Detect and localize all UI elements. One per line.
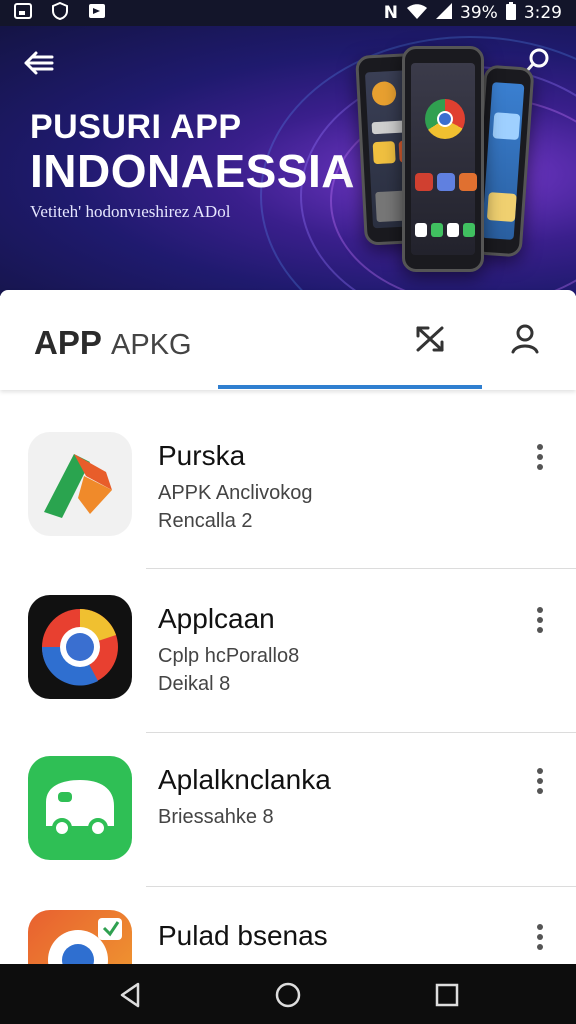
square-recents-icon — [435, 983, 459, 1007]
more-options-button[interactable] — [530, 766, 550, 796]
shield-icon — [52, 1, 68, 25]
crossed-arrows-icon — [416, 326, 444, 352]
circle-home-icon — [275, 982, 301, 1008]
more-options-button[interactable] — [530, 605, 550, 635]
app-developer: Cplp hcPorallo8 — [158, 645, 300, 667]
flag-icon — [88, 3, 106, 24]
divider — [146, 568, 576, 569]
network-indicator: N — [383, 3, 399, 23]
gallery-icon — [14, 2, 32, 24]
bookmark-icon — [28, 432, 132, 536]
hero-banner: PUSURI APP INDONAESSIA Vetiteh' hodonvıe… — [0, 26, 576, 296]
hero-title-line2: INDONAESSIA — [30, 145, 355, 197]
divider — [146, 886, 576, 887]
nav-home-button[interactable] — [273, 980, 303, 1010]
clock: 3:29 — [523, 3, 562, 23]
battery-percent: 39% — [460, 3, 498, 23]
app-developer: APPK Anclivokog — [158, 482, 313, 504]
app-name: Pulad bsenas — [158, 920, 328, 951]
section-title-light: APKG — [111, 329, 192, 361]
list-item[interactable]: Aplalknclanka Briessahke 8 — [0, 756, 576, 916]
wifi-icon — [406, 3, 428, 24]
back-arrow-icon — [24, 51, 54, 75]
battery-icon — [505, 1, 516, 25]
section-title-bold: APP — [34, 324, 102, 361]
app-meta: Deikal 8 — [158, 673, 231, 695]
list-item[interactable]: Applcaan Cplp hcPorallo8 Deikal 8 — [0, 595, 576, 755]
tab-indicator — [218, 385, 482, 389]
section-title: APP APKG — [34, 324, 192, 362]
user-icon — [511, 324, 539, 354]
tab-header: APP APKG — [0, 290, 576, 390]
hero-title-line1: PUSURI APP — [30, 108, 242, 146]
divider — [146, 732, 576, 733]
bus-icon — [28, 756, 132, 860]
list-item[interactable]: Pulad bsenas — [0, 910, 576, 964]
triangle-back-icon — [120, 982, 140, 1008]
more-options-button[interactable] — [530, 442, 550, 472]
back-button[interactable] — [22, 46, 56, 80]
nav-recents-button[interactable] — [432, 980, 462, 1010]
app-name: Aplalknclanka — [158, 764, 331, 795]
signal-icon — [436, 2, 453, 24]
tab-crossed-arrows[interactable] — [412, 322, 450, 356]
chrome-icon — [28, 595, 132, 699]
app-name: Applcaan — [158, 603, 275, 634]
tab-user[interactable] — [508, 322, 542, 356]
browser-icon — [28, 910, 132, 964]
nav-back-button[interactable] — [116, 980, 146, 1010]
app-name: Purska — [158, 440, 246, 471]
app-developer: Briessahke 8 — [158, 806, 274, 828]
status-bar: N 39% 3:29 — [0, 0, 576, 26]
more-options-button[interactable] — [530, 922, 550, 952]
hero-subtitle: Vetiteh' hodonvıeshirez ADol — [30, 202, 231, 221]
app-meta: Rencalla 2 — [158, 510, 253, 532]
system-nav-bar — [0, 964, 576, 1024]
